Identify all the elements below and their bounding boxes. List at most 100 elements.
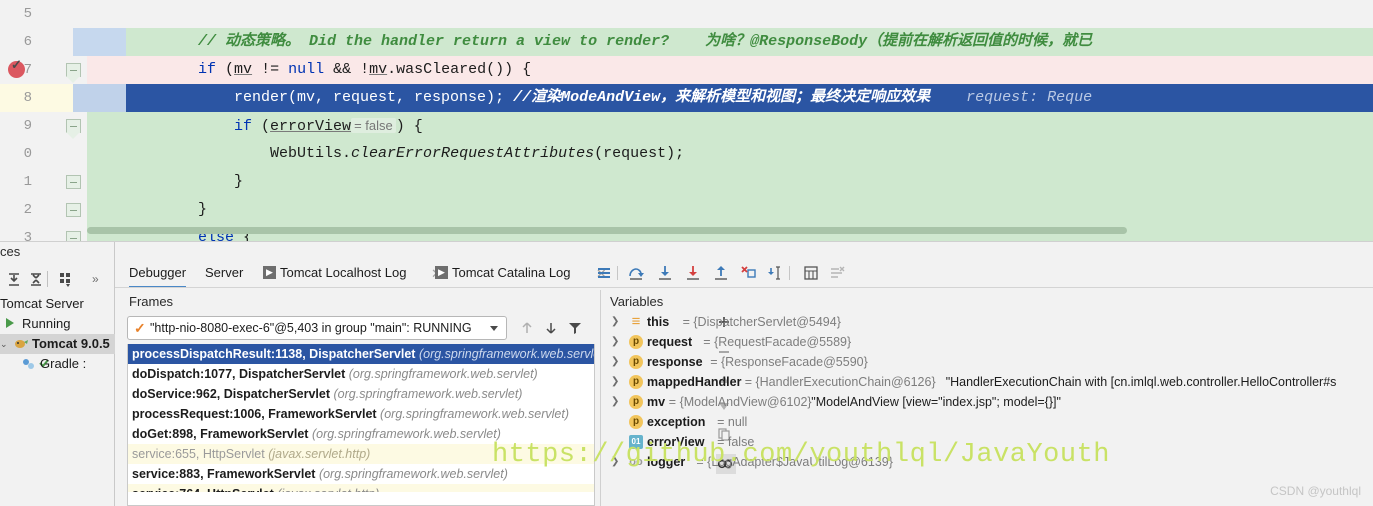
csdn-watermark: CSDN @youthlql (1270, 484, 1361, 498)
collapse-all-icon[interactable] (26, 269, 46, 289)
frame-name: service:655, HttpServlet (132, 447, 265, 461)
variable-row[interactable]: ❯pmappedHandler= {HandlerExecutionChain@… (603, 372, 1373, 392)
annotation-gutter (73, 84, 126, 112)
chevron-right-icon[interactable]: ❯ (611, 312, 619, 332)
expand-all-icon[interactable] (4, 269, 24, 289)
code-text: WebUtils.clearErrorRequestAttributes(req… (126, 140, 684, 168)
frame-name: processDispatchResult:1138, DispatcherSe… (132, 347, 415, 361)
code-line[interactable]: 9 if (errorView= false) { (0, 112, 1373, 140)
code-line[interactable]: 7 if (mv != null && !mv.wasCleared()) { (0, 56, 1373, 84)
services-tree-item[interactable]: Tomcat Server (0, 294, 115, 314)
frame-row[interactable]: service:655, HttpServlet (javax.servlet.… (128, 444, 594, 464)
frame-row[interactable]: service:764, HttpServlet (javax.servlet.… (128, 484, 594, 492)
variable-row[interactable]: ❯presponse= {ResponseFacade@5590} (603, 352, 1373, 372)
editor-horizontal-scrollbar[interactable] (87, 227, 1127, 234)
line-number: 1 (0, 168, 36, 196)
variable-row[interactable]: ❯oologger= {LogAdapter$JavaUtilLog@6139} (603, 452, 1373, 472)
variable-row[interactable]: 01errorView= false (603, 432, 1373, 452)
chevron-down-icon[interactable] (490, 326, 498, 331)
code-line[interactable]: 1 } (0, 168, 1373, 196)
variable-kind-icon: oo (629, 455, 643, 469)
code-fold-icon[interactable] (66, 175, 81, 189)
run-to-cursor-icon[interactable] (768, 264, 786, 282)
code-line[interactable]: 0 WebUtils.clearErrorRequestAttributes(r… (0, 140, 1373, 168)
breakpoint-icon[interactable] (8, 61, 25, 78)
variable-name: request (647, 332, 692, 352)
variable-value: = null (717, 412, 747, 432)
variables-tree[interactable]: ❯this= {DispatcherServlet@5494}❯prequest… (603, 312, 1373, 506)
filter-icon[interactable] (567, 320, 583, 336)
code-line[interactable]: 8 render(mv, request, response); //渲染Mod… (0, 84, 1373, 112)
frame-package: (org.springframework.web.servlet) (312, 427, 501, 441)
variable-name: mv (647, 392, 665, 412)
code-fold-icon[interactable] (66, 63, 81, 77)
code-token: ( (261, 118, 270, 135)
code-token: } (126, 201, 207, 218)
frame-row[interactable]: processRequest:1006, FrameworkServlet (o… (128, 404, 594, 424)
frame-row[interactable]: doService:962, DispatcherServlet (org.sp… (128, 384, 594, 404)
line-number: 8 (0, 84, 36, 112)
services-tree-item[interactable]: Running (0, 314, 115, 334)
frame-name: doService:962, DispatcherServlet (132, 387, 330, 401)
step-into-icon[interactable] (656, 264, 674, 282)
code-token: errorView (270, 118, 351, 135)
code-editor[interactable]: 56 // 动态策略。 Did the handler return a vie… (0, 0, 1373, 242)
frame-row[interactable]: doGet:898, FrameworkServlet (org.springf… (128, 424, 594, 444)
step-out-icon[interactable] (712, 264, 730, 282)
code-fold-icon[interactable] (66, 119, 81, 133)
services-tree-item-label: Gradle : (40, 354, 86, 374)
services-tree-item[interactable]: Gradle : (0, 354, 115, 374)
frame-row[interactable]: service:883, FrameworkServlet (org.sprin… (128, 464, 594, 484)
chevron-right-icon[interactable]: ❯ (611, 352, 619, 372)
variable-row[interactable]: pexception= null (603, 412, 1373, 432)
services-tree-item-label: Tomcat 9.0.5 (32, 334, 110, 354)
code-token: render( (126, 89, 297, 106)
code-line[interactable]: 6 // 动态策略。 Did the handler return a view… (0, 28, 1373, 56)
variable-row[interactable]: ❯prequest= {RequestFacade@5589} (603, 332, 1373, 352)
chevron-right-icon[interactable]: ❯ (611, 332, 619, 352)
chevron-down-icon[interactable]: ⌄ (0, 334, 8, 354)
variable-value: = {DispatcherServlet@5494} (683, 312, 841, 332)
variable-to-string: "HandlerExecutionChain with [cn.imlql.we… (946, 372, 1337, 392)
drop-frame-icon[interactable] (740, 264, 758, 282)
evaluate-expression-icon[interactable] (802, 264, 820, 282)
variable-row[interactable]: ❯this= {DispatcherServlet@5494} (603, 312, 1373, 332)
force-step-into-icon[interactable] (684, 264, 702, 282)
frame-row[interactable]: doDispatch:1077, DispatcherServlet (org.… (128, 364, 594, 384)
tab-server[interactable]: Server (205, 260, 243, 288)
frame-package: (javax.servlet.http) (277, 487, 379, 492)
frames-list[interactable]: processDispatchResult:1138, DispatcherSe… (127, 344, 595, 506)
chevron-right-icon[interactable]: ❯ (611, 452, 619, 472)
thread-selector[interactable]: ✓ "http-nio-8080-exec-6"@5,403 in group … (127, 316, 507, 340)
services-tree-item[interactable]: ⌄ Tomcat 9.0.5 (0, 334, 115, 354)
arrow-up-icon[interactable] (519, 320, 535, 336)
code-token: //渲染ModeAndView，来解析模型和视图；最终决定响应效果 (513, 89, 930, 106)
mute-breakpoints-icon[interactable] (828, 264, 846, 282)
show-execution-point-icon[interactable] (595, 264, 613, 282)
step-over-icon[interactable] (627, 264, 645, 282)
inline-value-hint: = false (351, 118, 396, 133)
code-fold-icon[interactable] (66, 203, 81, 217)
frame-row[interactable]: processDispatchResult:1138, DispatcherSe… (128, 344, 594, 364)
group-by-icon[interactable] (56, 269, 76, 289)
more-chevrons-icon[interactable]: » (92, 272, 99, 286)
code-line[interactable]: 5 (0, 0, 1373, 28)
tab-debugger[interactable]: Debugger (129, 260, 186, 288)
tab-tomcat-localhost-log[interactable]: ▶Tomcat Localhost Log (263, 260, 406, 288)
code-line[interactable]: 2 } (0, 196, 1373, 224)
panel-splitter[interactable] (600, 290, 601, 506)
code-token: if (126, 61, 225, 78)
console-icon: ▶ (263, 266, 276, 279)
tab-label: Debugger (129, 265, 186, 280)
ide-window: 56 // 动态策略。 Did the handler return a vie… (0, 0, 1373, 506)
arrow-down-icon[interactable] (543, 320, 559, 336)
variable-name: response (647, 352, 703, 372)
services-tree[interactable]: Tomcat ServerRunning⌄ Tomcat 9.0.5Gradle … (0, 294, 115, 374)
chevron-right-icon[interactable]: ❯ (611, 372, 619, 392)
variable-row[interactable]: ❯pmv= {ModelAndView@6102}"ModelAndView [… (603, 392, 1373, 412)
variable-value: = {ModelAndView@6102} (669, 392, 812, 412)
debug-tool-window: DebuggerServer▶Tomcat Localhost Log✕▶Tom… (115, 242, 1373, 506)
chevron-right-icon[interactable]: ❯ (611, 392, 619, 412)
variable-value: = false (717, 432, 754, 452)
tab-tomcat-catalina-log[interactable]: ▶Tomcat Catalina Log (435, 260, 571, 288)
